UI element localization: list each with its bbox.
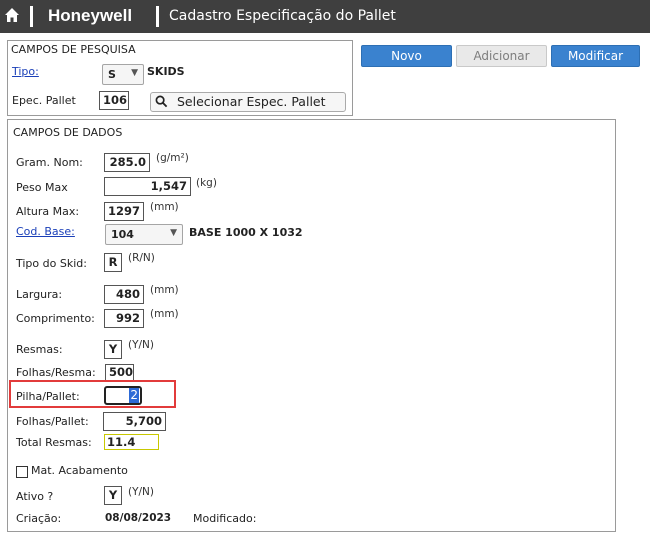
tipo-select[interactable]: S ▼ <box>102 64 144 85</box>
home-icon[interactable] <box>4 7 20 23</box>
tipo-select-value: S <box>108 68 116 81</box>
largura-input[interactable]: 480 <box>104 285 144 304</box>
cod-base-description: BASE 1000 X 1032 <box>189 226 303 239</box>
folhas-pallet-input[interactable]: 5,700 <box>103 412 166 431</box>
cod-base-select[interactable]: 104 ▼ <box>105 224 183 245</box>
folhas-resma-label: Folhas/Resma: <box>16 366 96 379</box>
tipo-description: SKIDS <box>147 65 185 78</box>
folhas-resma-input[interactable]: 500 <box>105 364 134 381</box>
resmas-input[interactable]: Y <box>104 340 122 359</box>
total-resmas-label: Total Resmas: <box>16 436 92 449</box>
tipo-skid-label: Tipo do Skid: <box>16 257 87 270</box>
separator <box>156 6 159 27</box>
gram-nom-input[interactable]: 285.0 <box>104 153 150 172</box>
peso-max-input[interactable]: 1,547 <box>104 177 191 196</box>
resmas-label: Resmas: <box>16 343 63 356</box>
chevron-down-icon: ▼ <box>170 228 177 238</box>
tipo-skid-unit: (R/N) <box>128 252 155 264</box>
brand-logo: Honeywell <box>48 6 133 25</box>
top-bar: Honeywell Cadastro Especificação do Pall… <box>0 0 650 33</box>
altura-max-unit: (mm) <box>150 201 179 213</box>
gram-nom-unit: (g/m²) <box>156 152 189 164</box>
altura-max-label: Altura Max: <box>16 205 80 218</box>
total-resmas-value: 11.4 <box>104 434 159 450</box>
modificado-label: Modificado: <box>193 512 257 525</box>
comprimento-label: Comprimento: <box>16 312 95 325</box>
comprimento-unit: (mm) <box>150 308 179 320</box>
espec-pallet-input[interactable]: 106 <box>99 91 129 110</box>
criacao-label: Criação: <box>16 512 62 525</box>
largura-label: Largura: <box>16 288 63 301</box>
separator <box>30 6 33 27</box>
data-fields-panel: CAMPOS DE DADOS Gram. Nom: 285.0 (g/m²) … <box>7 119 616 532</box>
cod-base-select-value: 104 <box>111 228 134 241</box>
cod-base-link[interactable]: Cod. Base: <box>16 225 75 238</box>
novo-button[interactable]: Novo <box>361 45 452 67</box>
ativo-label: Ativo ? <box>16 490 54 503</box>
resmas-unit: (Y/N) <box>128 339 154 351</box>
modificar-button[interactable]: Modificar <box>551 45 640 67</box>
select-espec-pallet-label: Selecionar Espec. Pallet <box>177 94 326 109</box>
gram-nom-label: Gram. Nom: <box>16 156 83 169</box>
folhas-pallet-label: Folhas/Pallet: <box>16 415 89 428</box>
select-espec-pallet-button[interactable]: Selecionar Espec. Pallet <box>150 92 346 112</box>
search-panel-legend: CAMPOS DE PESQUISA <box>11 43 136 56</box>
search-fields-panel: CAMPOS DE PESQUISA Tipo: S ▼ SKIDS Epec.… <box>7 40 353 116</box>
ativo-input[interactable]: Y <box>104 486 122 505</box>
tipo-skid-input[interactable]: R <box>104 253 122 272</box>
ativo-unit: (Y/N) <box>128 486 154 498</box>
page-title: Cadastro Especificação do Pallet <box>169 8 396 24</box>
search-icon <box>155 95 168 108</box>
largura-unit: (mm) <box>150 284 179 296</box>
adicionar-button[interactable]: Adicionar <box>456 45 547 67</box>
peso-max-unit: (kg) <box>196 177 217 189</box>
mat-acabamento-checkbox[interactable] <box>16 466 28 478</box>
data-panel-legend: CAMPOS DE DADOS <box>13 126 123 139</box>
chevron-down-icon: ▼ <box>131 68 138 78</box>
peso-max-label: Peso Max <box>16 181 68 194</box>
altura-max-input[interactable]: 1297 <box>104 202 144 221</box>
criacao-value: 08/08/2023 <box>105 512 172 524</box>
tipo-link[interactable]: Tipo: <box>12 65 39 78</box>
espec-pallet-label: Epec. Pallet <box>12 94 76 107</box>
mat-acabamento-label: Mat. Acabamento <box>31 464 128 477</box>
highlight-box <box>9 380 176 408</box>
comprimento-input[interactable]: 992 <box>104 309 144 328</box>
